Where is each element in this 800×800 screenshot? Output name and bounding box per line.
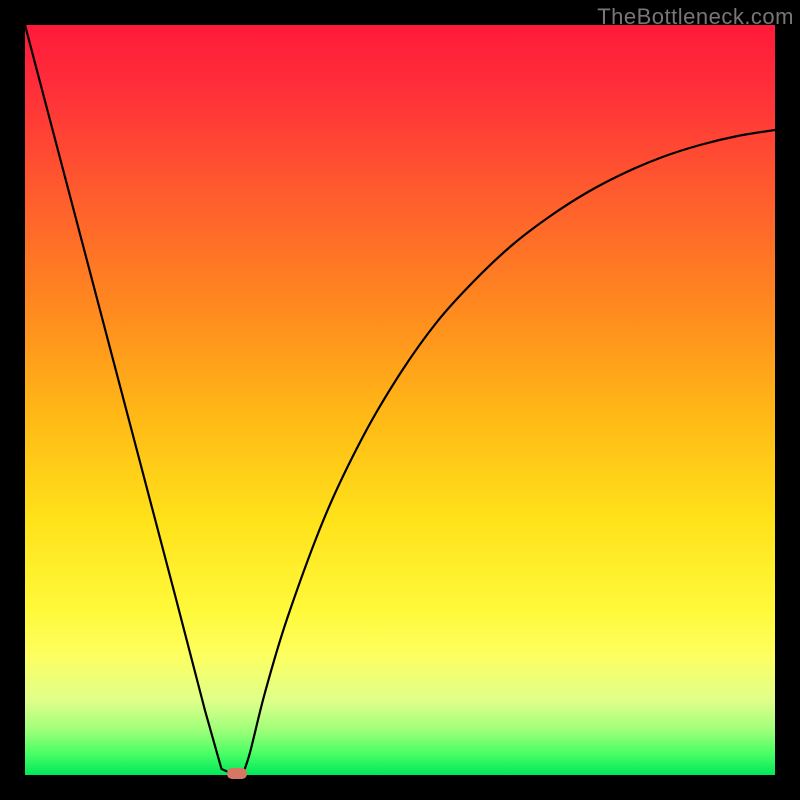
curve-svg <box>25 25 775 775</box>
chart-container: TheBottleneck.com <box>0 0 800 800</box>
watermark-text: TheBottleneck.com <box>597 4 794 30</box>
optimal-marker <box>227 768 247 779</box>
plot-area <box>25 25 775 775</box>
bottleneck-curve-left <box>25 25 235 775</box>
bottleneck-curve-right <box>243 130 776 775</box>
